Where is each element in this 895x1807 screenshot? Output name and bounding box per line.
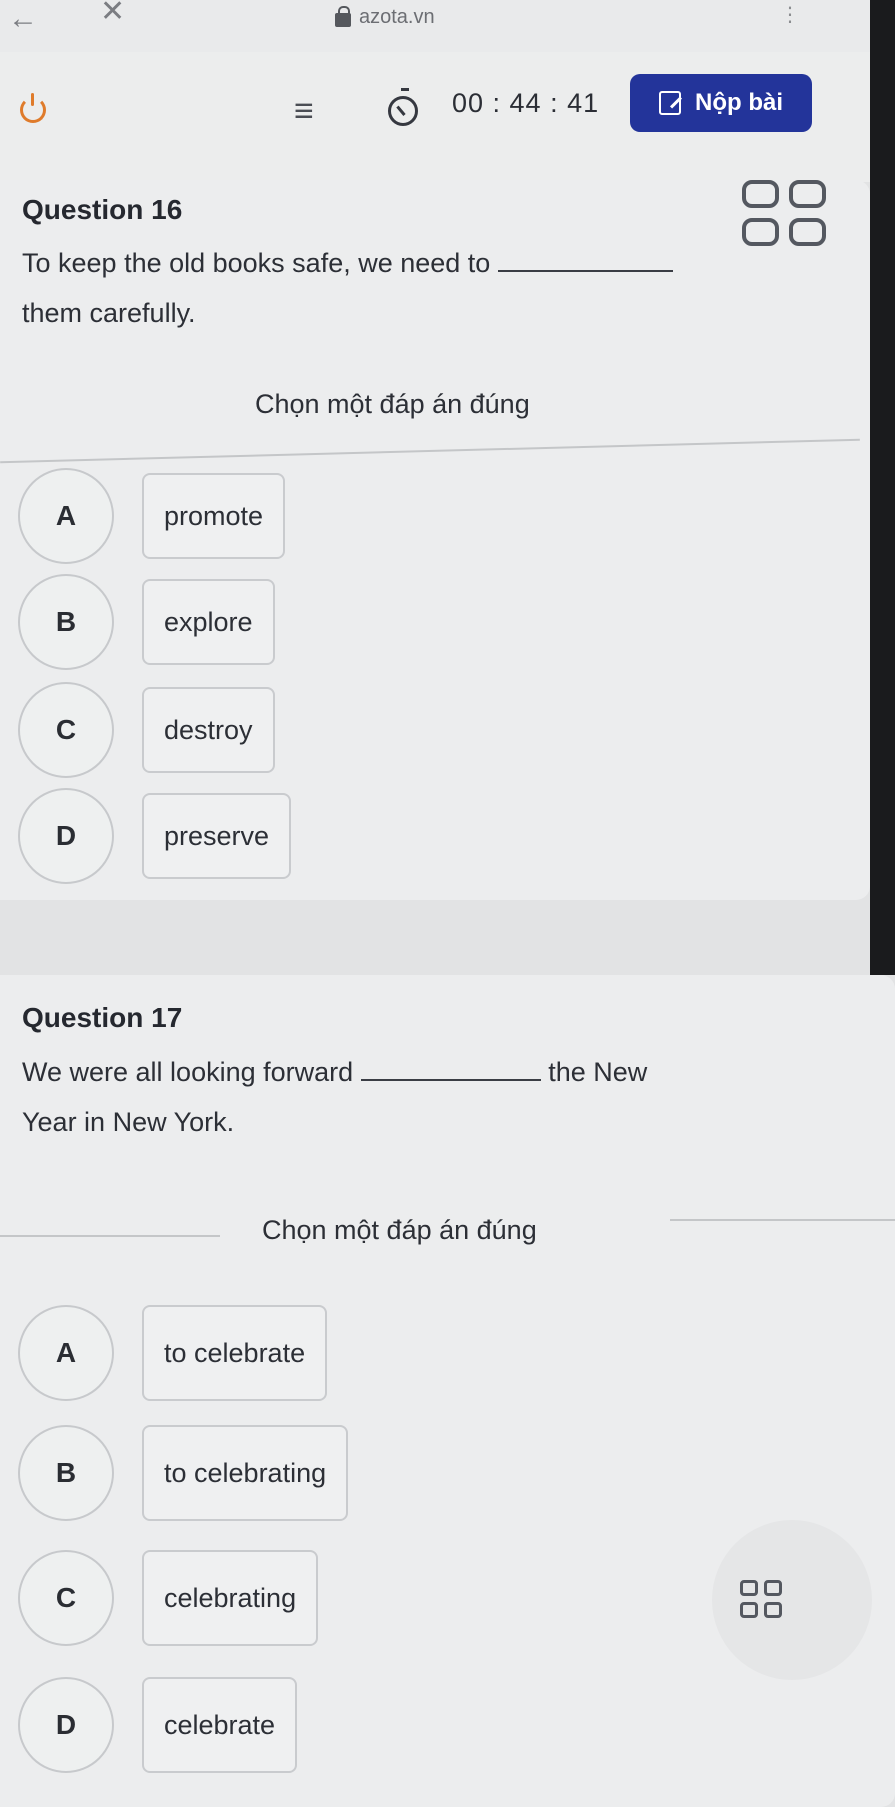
option-c[interactable]: C destroy [18,682,275,778]
countdown-timer: 00 : 44 : 41 [452,88,600,118]
divider [0,1235,220,1237]
device-bezel [870,0,895,975]
option-text[interactable]: celebrating [142,1550,319,1646]
question-text: To keep the old books safe, we need to t… [22,238,802,338]
back-arrow-icon[interactable]: ← [8,2,38,36]
timer-icon [388,88,418,126]
url-display[interactable]: azota.vn [335,5,435,29]
option-letter[interactable]: C [18,1550,114,1646]
grid-view-icon[interactable] [740,1580,782,1618]
question-card-16: Question 16 To keep the old books safe, … [0,180,870,900]
option-letter[interactable]: B [18,1425,114,1521]
exam-toolbar: ≡ 00 : 44 : 41 Nộp bài [0,52,895,182]
browser-url-bar: ← ✕ azota.vn ⋮ [0,0,895,52]
option-text[interactable]: to celebrating [142,1425,349,1521]
option-a[interactable]: A to celebrate [18,1305,328,1401]
option-b[interactable]: B to celebrating [18,1425,349,1521]
more-menu-icon[interactable]: ⋮ [780,2,800,27]
question-title: Question 16 [22,194,183,225]
url-text: azota.vn [359,6,435,28]
instruction-text: Chọn một đáp án đúng [255,389,530,419]
option-text[interactable]: explore [142,579,275,665]
edit-document-icon [659,91,681,115]
close-icon[interactable]: ✕ [100,0,125,29]
submit-button[interactable]: Nộp bài [630,74,812,132]
grid-view-icon[interactable] [742,180,826,246]
lock-icon [335,5,351,27]
answer-blank [497,270,673,272]
option-d[interactable]: D celebrate [18,1677,298,1773]
divider [670,1219,895,1221]
question-list-icon[interactable]: ≡ [294,92,314,131]
option-text[interactable]: to celebrate [142,1305,328,1401]
option-text[interactable]: promote [142,473,286,559]
answer-blank [360,1079,541,1081]
question-text: We were all looking forward the New Year… [22,1057,648,1137]
option-c[interactable]: C celebrating [18,1550,319,1646]
option-letter[interactable]: A [18,468,114,564]
question-card-17: Question 17 We were all looking forward … [0,975,895,1807]
instruction-text: Chọn một đáp án đúng [262,1215,537,1245]
option-b[interactable]: B explore [18,574,275,670]
option-letter[interactable]: A [18,1305,114,1401]
option-text[interactable]: celebrate [142,1677,298,1773]
option-letter[interactable]: C [18,682,114,778]
question-title: Question 17 [22,1002,183,1033]
divider [0,438,860,464]
submit-button-label: Nộp bài [695,89,783,116]
option-a[interactable]: A promote [18,468,286,564]
option-letter[interactable]: D [18,788,114,884]
option-letter[interactable]: D [18,1677,114,1773]
question-navigator-button[interactable] [712,1520,872,1680]
option-text[interactable]: preserve [142,793,292,879]
option-d[interactable]: D preserve [18,788,292,884]
option-letter[interactable]: B [18,574,114,670]
power-icon[interactable] [20,93,46,123]
option-text[interactable]: destroy [142,687,275,773]
